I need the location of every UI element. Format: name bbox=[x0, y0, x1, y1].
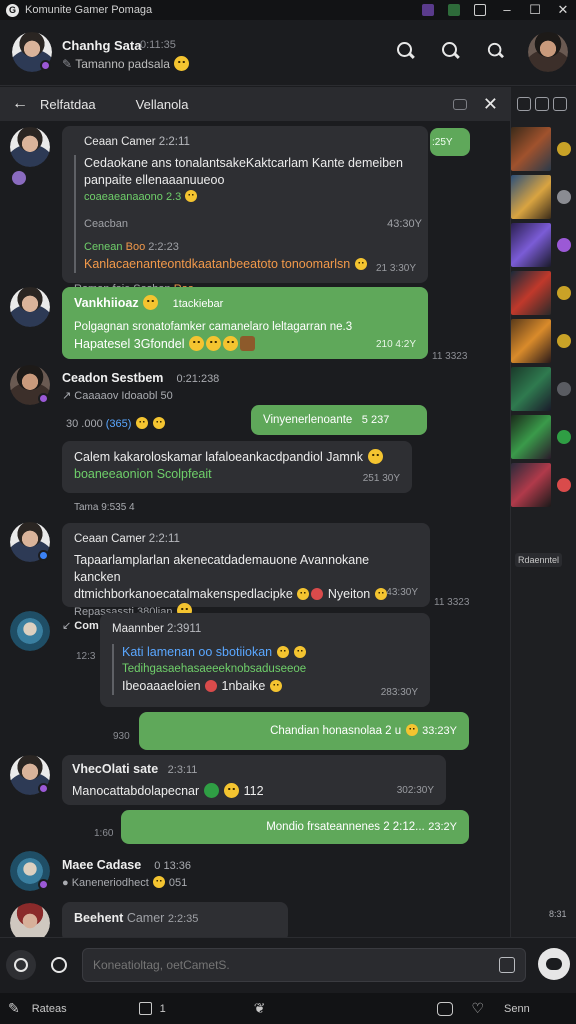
message-bubble[interactable]: Vinyenerlenoante 5 237 bbox=[251, 405, 427, 435]
thread-tabbar: ← Relfatdaa Vellanola ✕ bbox=[0, 87, 510, 121]
window-title: Komunite Gamer Pomaga bbox=[25, 4, 153, 16]
avatar[interactable] bbox=[10, 611, 50, 651]
extension-icon[interactable] bbox=[422, 4, 434, 16]
close-window-button[interactable]: ✕ bbox=[556, 3, 570, 16]
message-bubble[interactable]: Mondio frsateannenes 2 2:12... 23:2Y bbox=[121, 810, 469, 844]
media-thumb[interactable] bbox=[511, 319, 576, 363]
member-line: Ceadon Sestbem 0:21:238 bbox=[62, 371, 220, 385]
page-icon[interactable] bbox=[138, 1002, 152, 1015]
media-thumb[interactable] bbox=[511, 415, 576, 459]
message-bubble[interactable]: Ceaan Camer 2:2:11 Cedaokane ans tonalan… bbox=[62, 126, 428, 295]
media-thumb[interactable] bbox=[511, 127, 576, 171]
message-bubble[interactable]: Chandian honasnolaa 2 u 33:23Y bbox=[139, 712, 469, 750]
side-panel-count: 8:31 bbox=[549, 909, 567, 919]
side-timestamp: 1:60 bbox=[94, 828, 114, 839]
image-icon[interactable] bbox=[535, 97, 549, 111]
smile-emoji-icon bbox=[174, 56, 190, 71]
verified-badge bbox=[38, 550, 49, 561]
minimize-button[interactable]: – bbox=[500, 3, 514, 16]
media-side-panel: Rdaenntel 8:31 bbox=[510, 87, 576, 937]
member-sub: ↗ Caaaaov Idoaobl 50 bbox=[62, 390, 173, 402]
window-titlebar: G Komunite Gamer Pomaga – ☐ ✕ bbox=[0, 0, 576, 20]
header-time: 0:11:35 bbox=[140, 39, 176, 51]
side-timestamp: 11 3323 bbox=[434, 597, 470, 608]
media-thumb[interactable] bbox=[511, 367, 576, 411]
side-panel-label[interactable]: Rdaenntel bbox=[515, 553, 563, 567]
emoji-button[interactable] bbox=[538, 948, 570, 980]
search-messages-icon[interactable] bbox=[441, 41, 461, 61]
member-line: Maee Cadase 0 13:36 bbox=[62, 858, 191, 872]
header-name: Chanhg Sata bbox=[62, 38, 142, 53]
edit-icon[interactable]: ✎ bbox=[8, 1000, 20, 1017]
pin-icon: ✎ bbox=[62, 57, 73, 71]
message-bubble[interactable]: Maannber 2:3911 Kati lamenan oo sbotiiok… bbox=[100, 613, 430, 707]
message-list: Ceaan Camer 2:2:11 Cedaokane ans tonalan… bbox=[0, 121, 510, 937]
message-label: ↙ Com bbox=[62, 620, 99, 632]
titlebar-icons: – ☐ ✕ bbox=[422, 3, 570, 16]
bottom-bar: ✎ Rateas 1 ❦ ♡ Senn bbox=[0, 993, 576, 1024]
chat-header: Chanhg Sata 0:11:35 ✎ Tamanno padsala bbox=[0, 20, 576, 86]
layout-icon[interactable] bbox=[474, 4, 486, 16]
online-badge bbox=[38, 783, 49, 794]
attach-icon[interactable] bbox=[499, 957, 515, 973]
avatar[interactable] bbox=[10, 287, 50, 327]
header-status: ✎ Tamanno padsala bbox=[62, 56, 190, 71]
media-thumb[interactable] bbox=[511, 463, 576, 507]
online-badge bbox=[38, 879, 49, 890]
message-bubble[interactable]: Ceaan Camer 2:2:11 Tapaarlamplarlan aken… bbox=[62, 523, 430, 618]
tab-relfatdaa[interactable]: Relfatdaa bbox=[40, 97, 96, 112]
back-arrow-icon[interactable]: ← bbox=[0, 95, 40, 113]
message-input-box[interactable] bbox=[82, 948, 526, 982]
reaction-icon bbox=[12, 171, 26, 185]
message-text: Cedaokane ans tonalantsakeKaktcarlam Kan… bbox=[84, 156, 403, 170]
message-bubble[interactable]: Vankhiioaz 1tackiebar Polgagnan sronatof… bbox=[62, 287, 428, 359]
chat-bubble-icon[interactable] bbox=[437, 1001, 454, 1016]
heart-icon[interactable]: ♡ bbox=[471, 1000, 484, 1017]
settings-icon[interactable] bbox=[553, 97, 567, 111]
side-timestamp: 930 bbox=[113, 731, 130, 742]
bottom-right-label[interactable]: Senn bbox=[504, 1003, 530, 1015]
timer-button[interactable] bbox=[44, 950, 74, 980]
avatar[interactable] bbox=[10, 903, 50, 937]
media-thumb[interactable] bbox=[511, 271, 576, 315]
close-thread-button[interactable]: ✕ bbox=[483, 95, 498, 113]
message-bubble[interactable]: Calem kakaroloskamar lafaloeankacdpandio… bbox=[62, 441, 412, 493]
bottom-left-label[interactable]: Rateas bbox=[32, 1003, 67, 1015]
page-number: 1 bbox=[159, 1002, 166, 1015]
side-timestamp: 11 3323 bbox=[432, 351, 468, 362]
media-thumb[interactable] bbox=[511, 175, 576, 219]
camera-button[interactable] bbox=[6, 950, 36, 980]
extension-green-icon[interactable] bbox=[448, 4, 460, 16]
message-composer bbox=[0, 937, 576, 993]
popout-icon[interactable] bbox=[452, 98, 467, 110]
search-members-icon[interactable] bbox=[487, 42, 505, 60]
message-bubble[interactable]: Beehent Camer 2:2:35 bbox=[62, 902, 288, 937]
avatar[interactable] bbox=[10, 127, 50, 167]
side-timestamp: 12:3 bbox=[76, 651, 96, 662]
message-input[interactable] bbox=[93, 958, 499, 972]
message-footer: Tama 9:535 4 bbox=[74, 502, 135, 513]
online-badge bbox=[40, 60, 51, 71]
profile-avatar[interactable] bbox=[528, 32, 568, 72]
member-sub: ● Kaneneriodhect 051 bbox=[62, 876, 188, 889]
app-logo-icon: G bbox=[6, 3, 19, 17]
media-thumb[interactable] bbox=[511, 223, 576, 267]
reply-chip[interactable]: :25Y bbox=[430, 128, 470, 156]
message-bubble[interactable]: VhecOlati sate 2:3:11 Manocattabdolapecn… bbox=[62, 755, 446, 805]
tab-vellanola[interactable]: Vellanola bbox=[136, 97, 189, 112]
online-badge bbox=[38, 393, 49, 404]
grid-icon[interactable] bbox=[517, 97, 531, 111]
leaf-icon[interactable]: ❦ bbox=[254, 1000, 266, 1017]
maximize-button[interactable]: ☐ bbox=[528, 3, 542, 16]
search-icon[interactable] bbox=[396, 41, 416, 61]
member-sub2: 30 .000 (365) bbox=[66, 417, 166, 430]
